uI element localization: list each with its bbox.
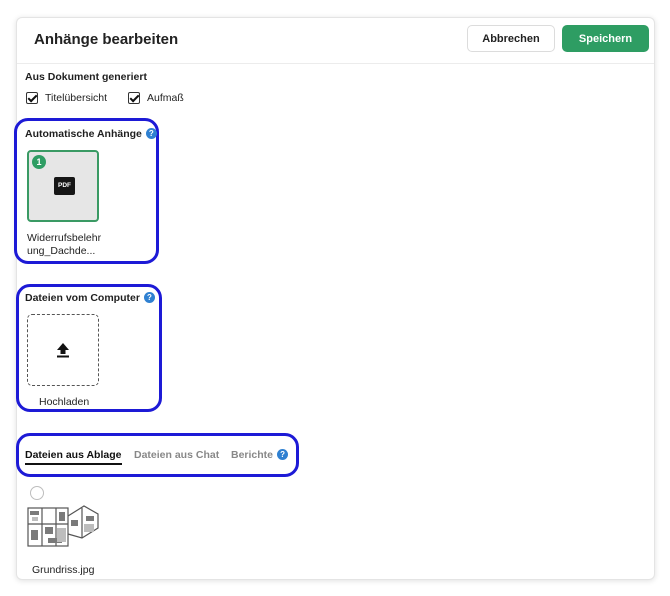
file-select-radio[interactable] — [30, 486, 44, 500]
tab-dateien-aus-ablage[interactable]: Dateien aus Ablage — [25, 449, 121, 461]
checkbox-label: Titelübersicht — [45, 92, 108, 104]
generated-section-label: Aus Dokument generiert — [25, 71, 147, 83]
active-tab-underline — [25, 463, 122, 465]
file-name-line: ung_Dachde... — [27, 245, 96, 257]
upload-label: Hochladen — [39, 396, 90, 408]
help-icon[interactable]: ? — [277, 449, 289, 460]
dialog-title: Anhänge bearbeiten — [34, 31, 179, 48]
checkbox-checked-icon[interactable] — [128, 92, 140, 104]
save-button[interactable]: Speichern — [562, 25, 649, 52]
pdf-icon: PDF — [54, 177, 75, 195]
tab-berichte[interactable]: Berichte? — [231, 449, 289, 461]
help-icon[interactable]: ? — [145, 128, 157, 139]
attachments-dialog: Anhänge bearbeiten Abbrechen Speichern A… — [14, 17, 655, 580]
selection-count-badge: 1 — [32, 155, 46, 169]
file-name-line: Widerrufsbelehr — [27, 232, 102, 244]
storage-file-name: Grundriss.jpg — [32, 564, 95, 576]
floor-plan-thumbnail[interactable] — [26, 494, 100, 550]
auto-attachments-label-text: Automatische Anhänge — [25, 128, 142, 140]
dialog-header: Anhänge bearbeiten Abbrechen Speichern — [17, 18, 654, 64]
checkbox-checked-icon[interactable] — [26, 92, 38, 104]
attachment-file-name: Widerrufsbelehr ung_Dachde... — [27, 232, 101, 258]
tab-berichte-label: Berichte — [231, 449, 274, 461]
tab-dateien-aus-chat[interactable]: Dateien aus Chat — [134, 449, 219, 461]
auto-attachments-label: Automatische Anhänge? — [25, 128, 157, 140]
cancel-button[interactable]: Abbrechen — [467, 25, 555, 52]
checkbox-label: Aufmaß — [147, 92, 184, 104]
checkbox-titeluebersicht[interactable]: Titelübersicht — [26, 92, 107, 104]
help-icon[interactable]: ? — [143, 292, 155, 303]
checkbox-aufmass[interactable]: Aufmaß — [128, 92, 184, 104]
computer-files-label: Dateien vom Computer? — [25, 292, 155, 304]
computer-files-label-text: Dateien vom Computer — [25, 292, 140, 304]
upload-icon — [57, 343, 69, 358]
upload-dropzone[interactable] — [27, 314, 99, 386]
attachment-tile[interactable]: 1 PDF — [27, 150, 99, 222]
